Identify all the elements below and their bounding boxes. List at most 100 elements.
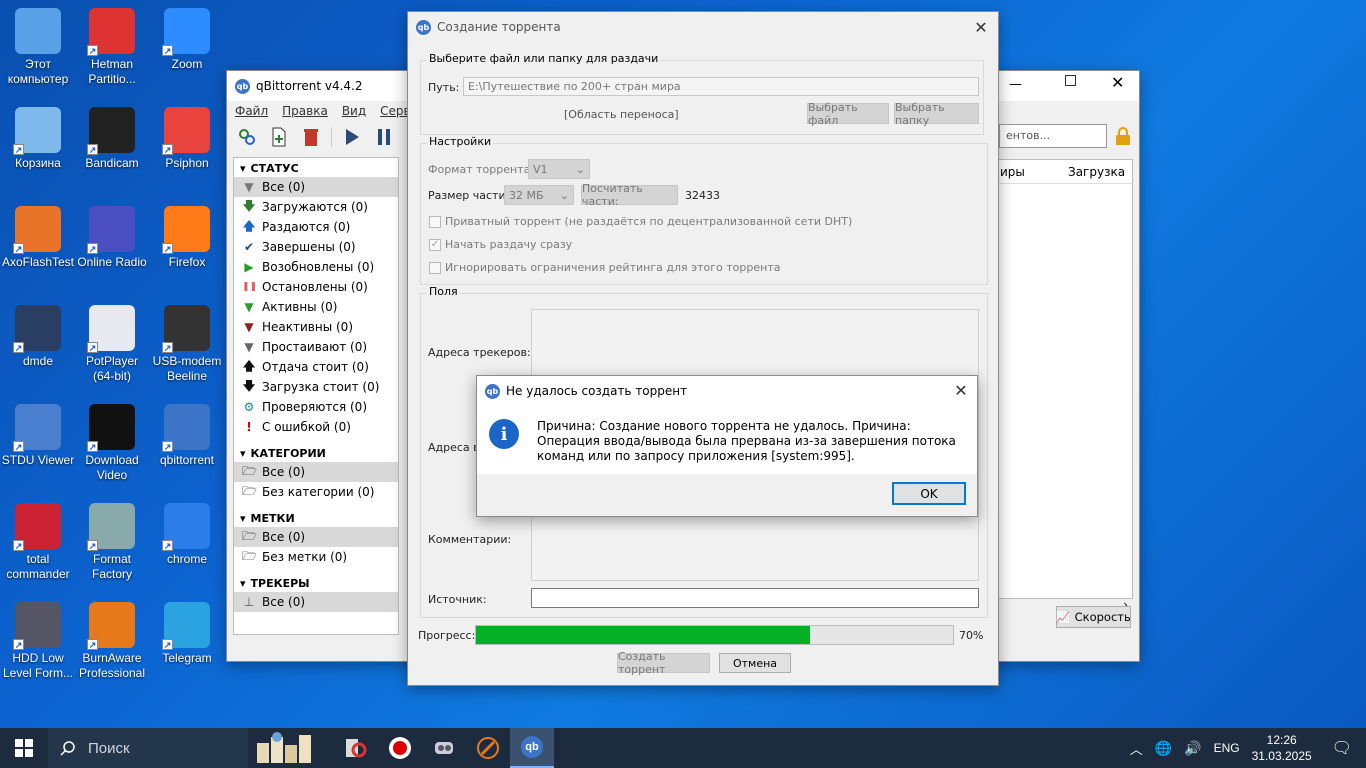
desktop-icon[interactable]: ↗ chrome [149, 503, 225, 567]
status-filter-item[interactable]: ▼ Простаивают (0) [234, 337, 398, 357]
status-filter-item[interactable]: 🡅 Раздаются (0) [234, 217, 398, 237]
menu-edit[interactable]: Правка [282, 104, 328, 118]
drop-area[interactable]: [Область переноса] [564, 108, 679, 121]
qbittorrent-logo-icon: qb [416, 19, 431, 35]
status-filter-item[interactable]: ⚙ Проверяются (0) [234, 397, 398, 417]
desktop-icon[interactable]: ↗ STDU Viewer [0, 404, 76, 468]
start-seeding-checkbox[interactable]: ✓ [429, 239, 441, 251]
private-checkbox[interactable] [429, 216, 441, 228]
status-filter-item[interactable]: ! С ошибкой (0) [234, 417, 398, 437]
desktop-icon[interactable]: ↗ Format Factory [74, 503, 150, 582]
desktop-icon[interactable]: ↗ Zoom [149, 8, 225, 72]
status-section-header[interactable]: ▾ СТАТУС [234, 158, 398, 177]
desktop-icon[interactable]: ↗ HDD Low Level Form... [0, 602, 76, 681]
status-filter-item[interactable]: ▼ Неактивны (0) [234, 317, 398, 337]
select-file-button[interactable]: Выбрать файл [807, 101, 889, 127]
desktop-icon[interactable]: ↗ Hetman Partitio... [74, 8, 150, 87]
desktop-icon[interactable]: ↗ PotPlayer (64-bit) [74, 305, 150, 384]
taskbar-format-factory-icon[interactable] [422, 728, 466, 768]
status-filter-item[interactable]: ▼ Активны (0) [234, 297, 398, 317]
notification-icon[interactable]: 🗨 [1332, 738, 1352, 758]
trackers-section-header[interactable]: ▾ ТРЕКЕРЫ [234, 573, 398, 592]
close-icon[interactable]: ✕ [950, 379, 972, 401]
taskbar-town-icon[interactable] [248, 728, 324, 768]
desktop-icon[interactable]: ↗ AxoFlashTest [0, 206, 76, 270]
chevron-up-icon[interactable]: ︿ [1130, 739, 1143, 758]
progress-label: Прогресс: [418, 629, 476, 642]
piece-size-select[interactable]: 32 МБ ⌄ [504, 185, 574, 205]
language-indicator[interactable]: ENG [1214, 741, 1240, 755]
close-icon[interactable]: ✕ [970, 16, 992, 38]
taskbar-burnaware-icon[interactable] [466, 728, 510, 768]
select-folder-button[interactable]: Выбрать папку [894, 101, 979, 127]
start-button[interactable] [0, 728, 48, 768]
tags-section-header[interactable]: ▾ МЕТКИ [234, 508, 398, 527]
pause-icon[interactable] [372, 125, 396, 149]
speaker-icon[interactable]: 🔊 [1184, 740, 1201, 757]
status-filter-label: Возобновлены (0) [262, 260, 375, 274]
delete-icon[interactable] [299, 125, 323, 149]
taskbar-bandicam-icon[interactable] [378, 728, 422, 768]
status-filter-label: Завершены (0) [262, 240, 356, 254]
status-filter-item[interactable]: 🡇 Загружаются (0) [234, 197, 398, 217]
category-item-uncategorized[interactable]: 🗁 Без категории (0) [234, 482, 398, 502]
error-body: i Причина: Создание нового торрента не у… [477, 406, 977, 474]
menu-view[interactable]: Вид [342, 104, 366, 118]
tag-item-untagged[interactable]: 🗁 Без метки (0) [234, 547, 398, 567]
create-dialog-titlebar[interactable]: qb Создание торрента [408, 12, 998, 42]
tag-item-all[interactable]: 🗁 Все (0) [234, 527, 398, 547]
taskbar-hetman-icon[interactable] [334, 728, 378, 768]
desktop-icon[interactable]: ↗ Online Radio [74, 206, 150, 270]
categories-section-header[interactable]: ▾ КАТЕГОРИИ [234, 443, 398, 462]
globe-icon[interactable]: 🌐 [1155, 740, 1172, 757]
status-filter-item[interactable]: ❚❚ Остановлены (0) [234, 277, 398, 297]
format-select[interactable]: V1 ⌄ [528, 159, 590, 179]
status-filter-item[interactable]: ▶ Возобновлены (0) [234, 257, 398, 277]
desktop-icon[interactable]: ↗ Firefox [149, 206, 225, 270]
desktop-icon[interactable]: ↗ dmde [0, 305, 76, 369]
add-file-icon[interactable] [267, 125, 291, 149]
desktop-icon[interactable]: ↗ Download Video [74, 404, 150, 483]
add-link-icon[interactable] [235, 125, 259, 149]
error-dialog-titlebar[interactable]: qb Не удалось создать торрент [477, 376, 977, 406]
column-header-download[interactable]: Загрузка [1058, 165, 1125, 179]
status-filter-item[interactable]: ▼ Все (0) [234, 177, 398, 197]
tag-label: Все (0) [262, 530, 306, 544]
status-filter-item[interactable]: 🡅 Отдача стоит (0) [234, 357, 398, 377]
record-icon: ↗ [87, 107, 135, 155]
tracker-item-all[interactable]: ⊥ Все (0) [234, 592, 398, 612]
category-item-all[interactable]: 🗁 Все (0) [234, 462, 398, 482]
desktop-icon[interactable]: ↗ qbittorrent [149, 404, 225, 468]
ok-button[interactable]: OK [892, 482, 966, 505]
torrent-list[interactable]: иры Загрузка › [997, 159, 1133, 612]
column-header-peers[interactable]: иры [998, 165, 1058, 179]
clock[interactable]: 12:26 31.03.2025 [1252, 732, 1312, 764]
menu-file[interactable]: Файл [235, 104, 268, 118]
status-filter-item[interactable]: ✔ Завершены (0) [234, 237, 398, 257]
resume-icon[interactable] [340, 125, 364, 149]
potplayer-icon: ↗ [87, 305, 135, 353]
desktop-icon[interactable]: ↗ Telegram [149, 602, 225, 666]
ignore-ratio-checkbox[interactable] [429, 262, 441, 274]
desktop-icon[interactable]: ↗ Psiphon [149, 107, 225, 171]
cancel-button[interactable]: Отмена [719, 653, 791, 673]
torrent-search-input[interactable]: ентов... [999, 124, 1107, 148]
start-seeding-label: Начать раздачу сразу [445, 238, 573, 251]
path-input[interactable]: E:\Путешествие по 200+ стран мира [463, 77, 979, 96]
taskbar-qbittorrent-icon[interactable]: qb [510, 728, 554, 768]
status-filter-item[interactable]: 🡇 Загрузка стоит (0) [234, 377, 398, 397]
minimize-icon[interactable]: — [1009, 77, 1022, 92]
speed-button[interactable]: 📈 Скорость [1056, 606, 1131, 628]
taskbar-search[interactable]: Поиск [48, 728, 248, 768]
desktop-icon[interactable]: ↗ total commander [0, 503, 76, 582]
maximize-icon[interactable] [1065, 75, 1076, 86]
desktop-icon[interactable]: ↗ Bandicam [74, 107, 150, 171]
source-input[interactable] [531, 588, 979, 608]
calc-pieces-button[interactable]: Посчитать части: [581, 182, 678, 208]
create-torrent-button[interactable]: Создать торрент [617, 650, 710, 676]
close-icon[interactable]: ✕ [1111, 73, 1124, 92]
desktop-icon[interactable]: Этот компьютер [0, 8, 76, 87]
desktop-icon[interactable]: ↗ USB-modem Beeline [149, 305, 225, 384]
desktop-icon[interactable]: ↗ Корзина [0, 107, 76, 171]
desktop-icon[interactable]: ↗ BurnAware Professional [74, 602, 150, 681]
